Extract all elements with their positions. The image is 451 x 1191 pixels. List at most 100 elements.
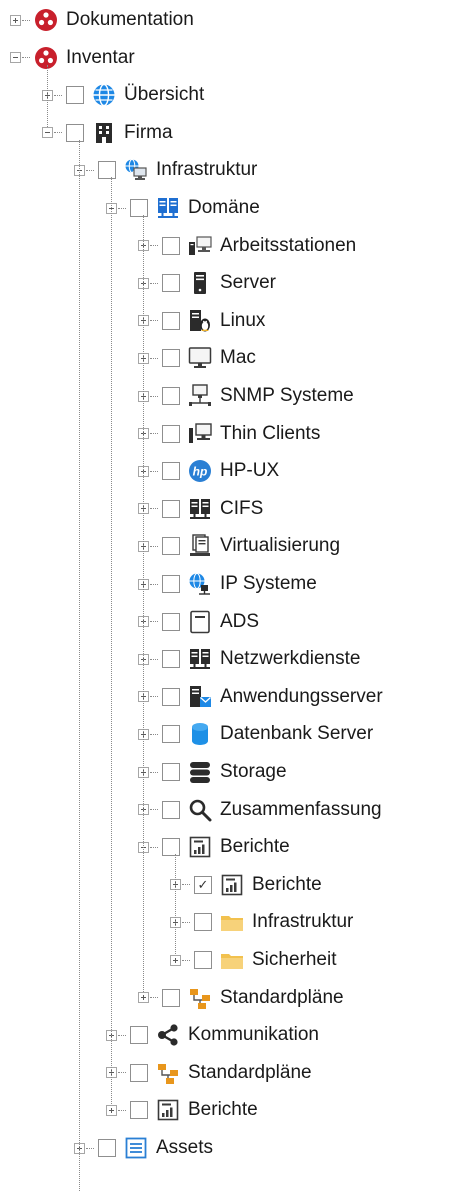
- collapse-toggle[interactable]: [42, 127, 53, 139]
- checkbox[interactable]: [162, 311, 180, 330]
- tree-node-linux[interactable]: Linux: [138, 302, 265, 339]
- tree-connector: [150, 658, 158, 660]
- checkbox[interactable]: [162, 424, 180, 443]
- tree-node-ip-systeme[interactable]: IP Systeme: [138, 566, 317, 603]
- checkbox[interactable]: [162, 612, 180, 631]
- tree-node-label: Berichte: [252, 873, 322, 895]
- report-chart-icon: [188, 835, 212, 859]
- tree-node-cifs[interactable]: CIFS: [138, 490, 263, 527]
- tree-node-infrastruktur[interactable]: Infrastruktur: [74, 152, 257, 189]
- tree-node-label: Berichte: [188, 1099, 258, 1121]
- standard-plans-icon: [188, 986, 212, 1010]
- tree-node-label: Sicherheit: [252, 949, 337, 970]
- checkbox[interactable]: [66, 123, 84, 142]
- tree-node-label: Standardpläne: [188, 1061, 312, 1083]
- checkbox[interactable]: [194, 951, 212, 969]
- storage-icon: [188, 760, 212, 784]
- building-icon: [92, 121, 116, 145]
- checkbox[interactable]: [162, 575, 180, 593]
- checkbox[interactable]: [162, 800, 180, 819]
- tree-node-label: Übersicht: [124, 84, 205, 106]
- tree-node-label: Firma: [124, 121, 173, 143]
- tree-connector: [150, 583, 158, 585]
- checkbox[interactable]: [162, 650, 180, 669]
- tree-node-berichte[interactable]: ✓ Berichte: [170, 866, 322, 903]
- tree-node-label: Thin Clients: [220, 422, 321, 444]
- tree-connector: [150, 846, 158, 848]
- checkbox[interactable]: [162, 988, 180, 1007]
- tree-node-firma[interactable]: Firma: [42, 114, 173, 151]
- tree-node-server[interactable]: Server: [138, 265, 276, 302]
- tree-node-virtualisierung[interactable]: Virtualisierung: [138, 528, 340, 565]
- tree-connector: [182, 884, 190, 886]
- checkbox[interactable]: [162, 687, 180, 706]
- tree-node-infrastruktur[interactable]: Infrastruktur: [170, 904, 353, 941]
- tree-node-standardpläne[interactable]: Standardpläne: [106, 1054, 312, 1091]
- tree-node-anwendungsserver[interactable]: Anwendungsserver: [138, 678, 383, 715]
- tree-node-netzwerkdienste[interactable]: Netzwerkdienste: [138, 641, 360, 678]
- expand-toggle[interactable]: [10, 14, 21, 26]
- tree-node-ads[interactable]: ADS: [138, 603, 259, 640]
- checkbox[interactable]: [162, 838, 180, 857]
- checkbox[interactable]: [130, 1026, 148, 1045]
- expand-toggle[interactable]: [138, 992, 149, 1004]
- expand-toggle[interactable]: [170, 954, 181, 966]
- tree-node-berichte[interactable]: Berichte: [138, 829, 290, 866]
- tree-connector: [150, 245, 158, 247]
- checkbox[interactable]: [162, 387, 180, 405]
- checkbox[interactable]: [162, 725, 180, 744]
- standard-plans-icon: [156, 1061, 180, 1085]
- tree-node-datenbank-server[interactable]: Datenbank Server: [138, 716, 373, 753]
- tree-node-snmp-systeme[interactable]: SNMP Systeme: [138, 378, 354, 415]
- tree-node-mac[interactable]: Mac: [138, 340, 256, 377]
- tree-guide-line: [143, 215, 144, 992]
- tree-node-inventar[interactable]: Inventar: [10, 39, 135, 76]
- checkbox[interactable]: [162, 763, 180, 781]
- tree-connector: [150, 545, 158, 547]
- tree-node-label: Zusammenfassung: [220, 798, 382, 820]
- tree-node-hp-ux[interactable]: hp HP-UX: [138, 453, 279, 490]
- tree-node-label: Infrastruktur: [156, 159, 258, 181]
- tree-guide-line: [47, 64, 48, 127]
- checkbox[interactable]: [162, 462, 180, 481]
- tree-node-arbeitsstationen[interactable]: Arbeitsstationen: [138, 227, 356, 264]
- checkbox[interactable]: [66, 86, 84, 105]
- checkbox[interactable]: [130, 199, 148, 217]
- tree-node-kommunikation[interactable]: Kommunikation: [106, 1017, 319, 1054]
- report-chart-icon: [156, 1098, 180, 1122]
- tree-connector: [182, 959, 190, 961]
- checkbox[interactable]: [130, 1101, 148, 1120]
- virtualization-icon: [188, 534, 212, 558]
- collapse-toggle[interactable]: [10, 52, 21, 64]
- tree-node-sicherheit[interactable]: Sicherheit: [170, 942, 337, 979]
- tree-node-storage[interactable]: Storage: [138, 754, 287, 791]
- server-tower-icon: [188, 271, 212, 295]
- checkbox[interactable]: [98, 1139, 116, 1157]
- tree-node-thin-clients[interactable]: Thin Clients: [138, 415, 320, 452]
- tree-node-dokumentation[interactable]: Dokumentation: [10, 2, 194, 39]
- tree-connector: [182, 921, 190, 923]
- checkbox[interactable]: [194, 913, 212, 932]
- tree-node-assets[interactable]: Assets: [74, 1130, 213, 1167]
- database-icon: [188, 722, 212, 746]
- tree-node-berichte[interactable]: Berichte: [106, 1092, 258, 1129]
- expand-toggle[interactable]: [106, 1104, 117, 1116]
- checkbox[interactable]: [162, 274, 180, 293]
- tree-node-übersicht[interactable]: Übersicht: [42, 77, 204, 114]
- tree-node-domäne[interactable]: Domäne: [106, 190, 260, 227]
- checkbox[interactable]: [162, 537, 180, 556]
- tree-node-zusammenfassung[interactable]: Zusammenfassung: [138, 791, 382, 828]
- docusnap-logo-icon: [34, 46, 58, 70]
- checkbox-checked[interactable]: ✓: [194, 875, 212, 894]
- tree-node-standardpläne[interactable]: Standardpläne: [138, 979, 344, 1016]
- inventory-tree: Dokumentation Inventar Übersicht Firma Infra…: [0, 0, 451, 1191]
- checkbox[interactable]: [98, 161, 116, 180]
- tree-node-label: Kommunikation: [188, 1024, 319, 1046]
- checkbox[interactable]: [162, 499, 180, 518]
- tree-connector: [118, 1034, 126, 1036]
- checkbox[interactable]: [130, 1063, 148, 1082]
- checkbox[interactable]: [162, 236, 180, 255]
- globe-icon: [92, 83, 116, 107]
- tree-node-label: HP-UX: [220, 460, 280, 482]
- checkbox[interactable]: [162, 349, 180, 368]
